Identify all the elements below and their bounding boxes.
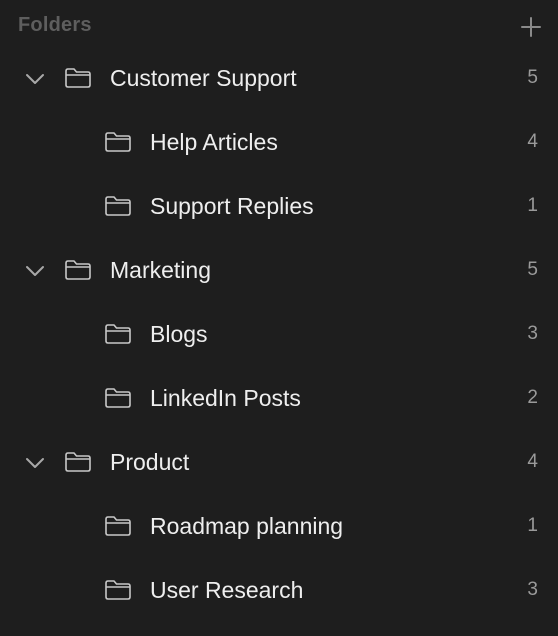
folder-count: 5: [527, 67, 538, 88]
folders-panel: Folders Customer Support 5 Help Articles…: [0, 0, 558, 636]
folder-icon: [63, 257, 93, 283]
folder-icon: [103, 577, 133, 603]
folder-icon: [63, 65, 93, 91]
folder-row-blogs[interactable]: Blogs 3: [0, 310, 558, 358]
folder-label: Marketing: [110, 257, 211, 283]
folder-icon: [103, 513, 133, 539]
folder-icon: [103, 321, 133, 347]
chevron-down-icon[interactable]: [22, 450, 48, 476]
folder-label: Help Articles: [150, 129, 278, 155]
folder-row-product[interactable]: Product 4: [0, 438, 558, 486]
folder-row-roadmap-planning[interactable]: Roadmap planning 1: [0, 502, 558, 550]
folder-icon: [103, 193, 133, 219]
folder-label: Support Replies: [150, 193, 314, 219]
folder-icon: [103, 385, 133, 411]
folder-count: 5: [527, 259, 538, 280]
folder-row-help-articles[interactable]: Help Articles 4: [0, 118, 558, 166]
folder-label: Blogs: [150, 321, 208, 347]
folders-title: Folders: [18, 14, 92, 36]
folder-row-support-replies[interactable]: Support Replies 1: [0, 182, 558, 230]
folder-row-linkedin-posts[interactable]: LinkedIn Posts 2: [0, 374, 558, 422]
chevron-down-icon[interactable]: [22, 66, 48, 92]
chevron-down-icon[interactable]: [22, 258, 48, 284]
folder-label: User Research: [150, 577, 304, 603]
folder-row-marketing[interactable]: Marketing 5: [0, 246, 558, 294]
folder-row-user-research[interactable]: User Research 3: [0, 566, 558, 614]
folder-count: 4: [527, 131, 538, 152]
folder-count: 1: [527, 515, 538, 536]
folder-label: LinkedIn Posts: [150, 385, 301, 411]
folder-label: Roadmap planning: [150, 513, 344, 539]
folder-count: 3: [527, 323, 538, 344]
folder-icon: [103, 129, 133, 155]
folder-label: Customer Support: [110, 65, 297, 91]
plus-icon: [521, 17, 541, 37]
folder-row-customer-support[interactable]: Customer Support 5: [0, 54, 558, 102]
folder-count: 1: [527, 195, 538, 216]
folder-count: 3: [527, 579, 538, 600]
folder-icon: [63, 449, 93, 475]
folder-label: Product: [110, 449, 190, 475]
folder-count: 4: [527, 451, 538, 472]
folder-count: 2: [527, 387, 538, 408]
folders-header: Folders: [0, 0, 558, 52]
add-folder-button[interactable]: [516, 12, 546, 42]
